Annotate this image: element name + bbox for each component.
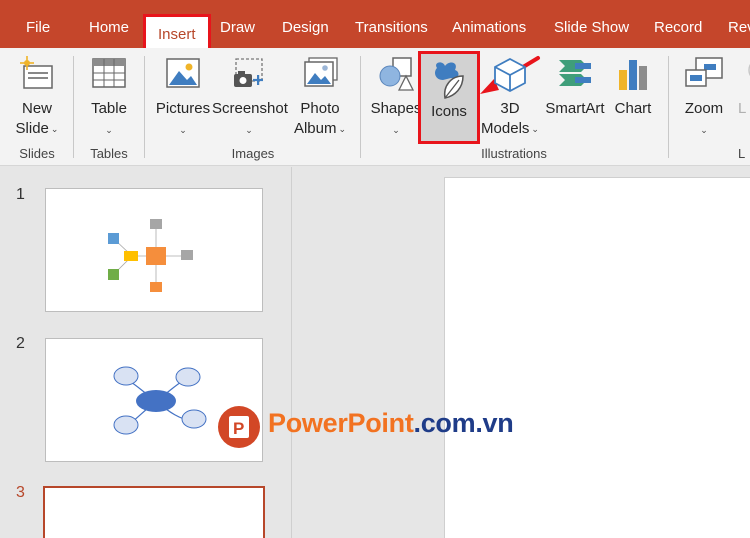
shapes-label: Shapes bbox=[370, 100, 422, 117]
chart-button[interactable]: Chart bbox=[608, 48, 658, 144]
3d-models-button[interactable]: 3D Models ⌄ bbox=[478, 48, 542, 144]
new-slide-button[interactable]: New Slide ⌄ bbox=[6, 48, 68, 144]
table-button[interactable]: Table ⌄ bbox=[80, 48, 138, 144]
chevron-down-icon: ⌄ bbox=[105, 125, 113, 135]
slide-thumbnail-3[interactable] bbox=[43, 486, 265, 538]
smartart-icon bbox=[555, 56, 595, 96]
chevron-down-icon: ⌄ bbox=[338, 124, 347, 135]
slide-thumbnail-1[interactable] bbox=[45, 188, 263, 312]
group-label-slides: Slides bbox=[19, 146, 55, 161]
slide-number: 3 bbox=[16, 484, 25, 501]
tab-draw[interactable]: Draw bbox=[220, 0, 255, 48]
pictures-label: Pictures bbox=[155, 100, 211, 117]
zoom-icon bbox=[684, 56, 724, 96]
tab-slide-show[interactable]: Slide Show bbox=[554, 0, 629, 48]
icons-button[interactable]: Icons bbox=[418, 51, 480, 144]
tab-animations[interactable]: Animations bbox=[452, 0, 526, 48]
slide-thumbnail-panel[interactable]: 1 2 3 bbox=[0, 167, 292, 538]
powerpoint-logo-icon: P bbox=[218, 406, 260, 448]
watermark-text: PowerPoint.com.vn bbox=[268, 408, 514, 439]
tab-home[interactable]: Home bbox=[89, 0, 129, 48]
picture-icon bbox=[165, 56, 201, 96]
tab-review[interactable]: Rev bbox=[728, 0, 750, 48]
powerpoint-watermark: P PowerPoint.com.vn bbox=[216, 404, 514, 450]
svg-text:P: P bbox=[233, 419, 244, 438]
table-icon bbox=[91, 56, 127, 96]
group-divider bbox=[73, 56, 74, 158]
ribbon-tab-bar: File Home Insert Draw Design Transitions… bbox=[0, 0, 750, 52]
group-label-images: Images bbox=[231, 146, 275, 161]
photo-album-button[interactable]: Photo Album ⌄ bbox=[288, 48, 352, 144]
link-icon bbox=[742, 56, 750, 96]
link-button[interactable]: L bbox=[732, 48, 750, 144]
group-divider bbox=[668, 56, 669, 158]
photo-album-label-2: Album ⌄ bbox=[293, 120, 347, 137]
zoom-button[interactable]: Zoom ⌄ bbox=[678, 48, 730, 144]
link-label: L bbox=[738, 100, 747, 117]
group-divider bbox=[144, 56, 145, 158]
ribbon-insert: New Slide ⌄ Slides Table ⌄ Tables Pictur… bbox=[0, 48, 750, 166]
tab-transitions[interactable]: Transitions bbox=[355, 0, 428, 48]
chevron-down-icon: ⌄ bbox=[245, 125, 253, 135]
table-label: Table bbox=[91, 100, 127, 117]
slide-number: 2 bbox=[16, 335, 25, 352]
screenshot-button[interactable]: Screenshot ⌄ bbox=[212, 48, 288, 144]
icons-label: Icons bbox=[431, 103, 467, 120]
photo-album-label-1: Photo bbox=[300, 100, 340, 117]
3d-cube-icon bbox=[491, 56, 529, 98]
slide-editor[interactable] bbox=[293, 167, 750, 538]
smartart-button[interactable]: SmartArt bbox=[542, 48, 608, 144]
watermark-brand: PowerPoint bbox=[268, 408, 414, 438]
new-slide-label-1: New bbox=[21, 100, 52, 117]
shapes-button[interactable]: Shapes ⌄ bbox=[368, 48, 424, 144]
tab-design[interactable]: Design bbox=[282, 0, 329, 48]
3d-models-label-2: Models ⌄ bbox=[481, 120, 539, 137]
watermark-domain: .com.vn bbox=[413, 408, 514, 438]
photo-album-icon bbox=[301, 56, 339, 96]
chevron-down-icon: ⌄ bbox=[50, 124, 59, 135]
zoom-label: Zoom bbox=[684, 100, 724, 117]
chevron-down-icon: ⌄ bbox=[531, 124, 539, 135]
screenshot-icon bbox=[230, 56, 268, 96]
group-divider bbox=[360, 56, 361, 158]
mind-map-diagram bbox=[108, 219, 193, 292]
chevron-down-icon: ⌄ bbox=[700, 125, 708, 135]
pictures-button[interactable]: Pictures ⌄ bbox=[154, 48, 212, 144]
icons-icon bbox=[429, 58, 469, 106]
shapes-icon bbox=[377, 56, 415, 98]
slide-number: 1 bbox=[16, 186, 25, 203]
group-label-illustrations: Illustrations bbox=[481, 146, 547, 161]
tab-insert[interactable]: Insert bbox=[143, 14, 211, 52]
chart-label: Chart bbox=[614, 100, 652, 117]
group-label-links: L bbox=[738, 146, 746, 161]
tab-file[interactable]: File bbox=[26, 0, 50, 48]
3d-models-label-1: 3D bbox=[500, 100, 520, 117]
chart-icon bbox=[616, 56, 650, 98]
slide-canvas[interactable] bbox=[444, 177, 750, 538]
chevron-down-icon: ⌄ bbox=[179, 125, 187, 135]
tab-record[interactable]: Record bbox=[654, 0, 702, 48]
group-label-tables: Tables bbox=[90, 146, 128, 161]
new-slide-icon bbox=[18, 56, 56, 98]
chevron-down-icon: ⌄ bbox=[392, 125, 400, 135]
smartart-label: SmartArt bbox=[545, 100, 605, 117]
screenshot-label: Screenshot bbox=[212, 100, 288, 117]
new-slide-label-2: Slide ⌄ bbox=[15, 120, 59, 137]
